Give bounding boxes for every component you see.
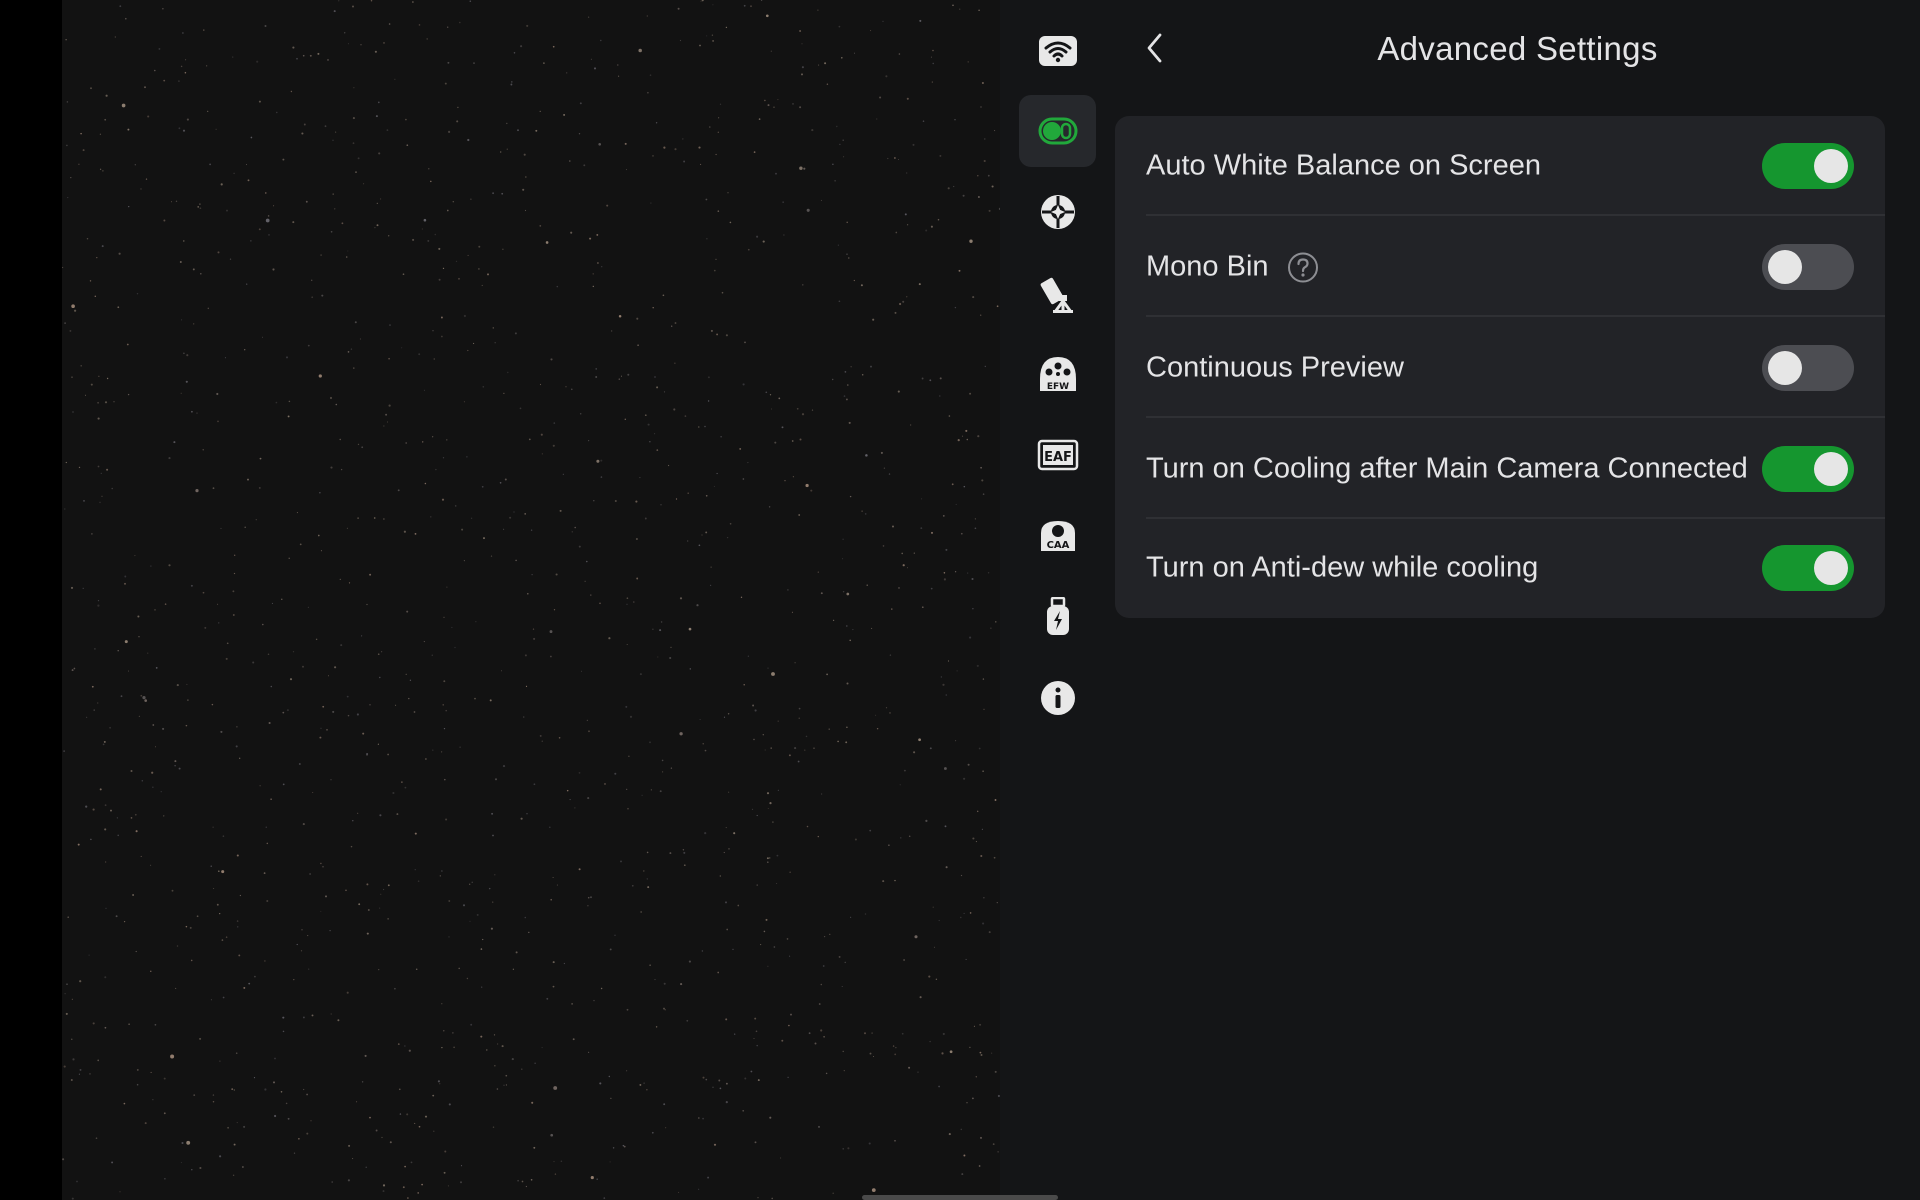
page-title: Advanced Settings: [1377, 30, 1658, 67]
rail-item-caa[interactable]: CAA: [1019, 500, 1096, 572]
app-window: EFW EAF CAA Advanced Settings Auto White…: [0, 0, 1920, 1200]
svg-text:CAA: CAA: [1046, 540, 1069, 551]
mono-bin-toggle[interactable]: [1762, 244, 1854, 290]
usb-power-icon: [1044, 597, 1072, 637]
header: Advanced Settings: [1115, 0, 1920, 100]
icon-rail: EFW EAF CAA: [1000, 0, 1115, 1200]
svg-text:EFW: EFW: [1046, 382, 1068, 392]
cooling-label: Turn on Cooling after Main Camera Connec…: [1146, 452, 1748, 485]
continuous-preview-toggle[interactable]: [1762, 345, 1854, 391]
rail-item-eaf[interactable]: EAF: [1019, 419, 1096, 491]
divider: [1146, 315, 1885, 317]
crosshair-icon: [1039, 193, 1077, 231]
setting-row-anti-dew: Turn on Anti-dew while cooling: [1115, 518, 1885, 618]
rail-item-guide[interactable]: [1019, 176, 1096, 248]
setting-label: Turn on Anti-dew while cooling: [1146, 552, 1538, 585]
setting-row-mono-bin: Mono Bin: [1115, 217, 1885, 317]
auto-white-balance-toggle[interactable]: [1762, 143, 1854, 189]
rail-item-telescope[interactable]: [1019, 257, 1096, 329]
telescope-icon: [1039, 273, 1077, 313]
toggle-knob: [1814, 149, 1848, 183]
svg-text:EAF: EAF: [1044, 450, 1072, 465]
setting-label: Continuous Preview: [1146, 352, 1404, 385]
auto-white-balance-label: Auto White Balance on Screen: [1146, 149, 1541, 182]
divider: [1146, 214, 1885, 216]
sky-preview[interactable]: [62, 0, 1000, 1200]
toggle-knob: [1814, 452, 1848, 486]
caa-icon: CAA: [1038, 517, 1078, 555]
rail-item-info[interactable]: [1019, 662, 1096, 734]
help-icon[interactable]: [1287, 251, 1319, 283]
left-edge-bar: [0, 0, 62, 1200]
toggle-knob: [1768, 351, 1802, 385]
info-icon: [1040, 680, 1076, 716]
anti-dew-toggle[interactable]: [1762, 545, 1854, 591]
setting-label: Auto White Balance on Screen: [1146, 150, 1541, 183]
setting-row-continuous-preview: Continuous Preview: [1115, 318, 1885, 418]
eaf-icon: EAF: [1037, 439, 1079, 471]
settings-card: Auto White Balance on Screen Mono Bin Co…: [1115, 116, 1885, 618]
toggle-knob: [1814, 551, 1848, 585]
setting-row-auto-white-balance: Auto White Balance on Screen: [1115, 116, 1885, 216]
continuous-preview-label: Continuous Preview: [1146, 351, 1404, 384]
cooling-toggle[interactable]: [1762, 446, 1854, 492]
starfield-image: [62, 0, 1000, 1200]
setting-label: Mono Bin: [1146, 251, 1319, 284]
wifi-icon: [1038, 35, 1078, 67]
toggle-knob: [1768, 250, 1802, 284]
rail-item-usb-power[interactable]: [1019, 581, 1096, 653]
divider: [1146, 416, 1885, 418]
mono-bin-label: Mono Bin: [1146, 250, 1269, 283]
rail-item-camera[interactable]: [1019, 95, 1096, 167]
camera-toggle-icon: [1038, 115, 1078, 147]
setting-row-cooling: Turn on Cooling after Main Camera Connec…: [1115, 419, 1885, 519]
anti-dew-label: Turn on Anti-dew while cooling: [1146, 551, 1539, 584]
efw-icon: EFW: [1038, 353, 1078, 393]
rail-item-wifi[interactable]: [1019, 15, 1096, 87]
setting-label: Turn on Cooling after Main Camera Connec…: [1146, 453, 1748, 486]
home-indicator[interactable]: [862, 1195, 1058, 1200]
rail-item-efw[interactable]: EFW: [1019, 337, 1096, 409]
